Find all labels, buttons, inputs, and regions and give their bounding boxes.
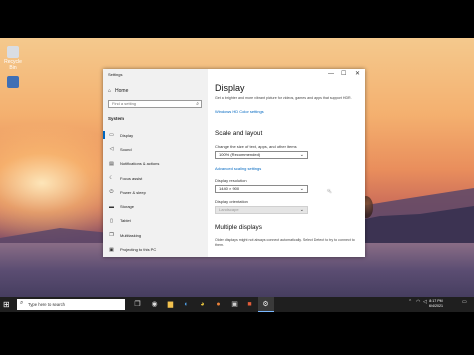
taskbar: ⊞ ⌕ Type here to search ❐ ◉ ▆ ◐ ◕ ● ▣ ■ …: [0, 297, 474, 312]
settings-nav: ▭ Display ◁ Sound ▤ Notifications & acti…: [103, 128, 208, 257]
minimize-button[interactable]: —: [328, 71, 334, 77]
edge-browser-icon[interactable]: ◐: [182, 300, 191, 309]
nav-item-power-sleep[interactable]: ⏻ Power & sleep: [103, 185, 208, 199]
desktop-icon-label: Recycle Bin: [4, 59, 22, 71]
nav-item-storage[interactable]: ▬ Storage: [103, 199, 208, 213]
hdr-description: Get a brighter and more vibrant picture …: [215, 96, 352, 100]
store-icon[interactable]: ▣: [230, 300, 239, 309]
volume-icon[interactable]: ◁: [423, 299, 427, 305]
nav-item-label: Sound: [120, 146, 132, 152]
advanced-scaling-link[interactable]: Advanced scaling settings: [215, 166, 261, 171]
resolution-label: Display resolution: [215, 178, 247, 183]
gear-icon: ⚙: [262, 301, 269, 308]
nav-item-label: Notifications & actions: [120, 161, 160, 167]
nav-item-focus-assist[interactable]: ☾ Focus assist: [103, 171, 208, 185]
speaker-icon: ◁: [109, 146, 114, 153]
tablet-icon: ▯: [110, 217, 113, 224]
wifi-icon[interactable]: ◠: [416, 299, 420, 305]
nav-item-label: Display: [120, 132, 134, 138]
find-setting-input[interactable]: Find a setting ⌕: [108, 100, 202, 108]
moon-icon: ☾: [109, 175, 114, 182]
nav-item-display[interactable]: ▭ Display: [103, 128, 208, 142]
nav-item-label: Multitasking: [120, 232, 142, 238]
clock-date: 6/4/2021: [429, 304, 443, 308]
settings-sidebar: Settings ⌂ Home Find a setting ⌕ System …: [103, 69, 208, 257]
mouse-cursor: ↖: [327, 189, 333, 195]
projecting-icon: ▣: [109, 246, 114, 253]
nav-item-label: Tablet: [120, 218, 131, 224]
edge-icon[interactable]: ◉: [150, 300, 159, 309]
home-icon: ⌂: [108, 88, 112, 94]
nav-item-sound[interactable]: ◁ Sound: [103, 142, 208, 156]
nav-item-label: Storage: [120, 204, 135, 210]
find-setting-placeholder: Find a setting: [112, 101, 137, 106]
notifications-icon[interactable]: ▭: [462, 299, 467, 305]
firefox-icon[interactable]: ●: [214, 300, 223, 309]
settings-taskbar-button[interactable]: ⚙: [258, 297, 274, 312]
task-view-icon[interactable]: ❐: [133, 300, 142, 309]
desktop-icon-document[interactable]: [2, 76, 24, 89]
taskbar-search-box[interactable]: ⌕ Type here to search: [17, 299, 125, 310]
chrome-icon[interactable]: ◕: [198, 300, 207, 309]
resolution-value: 1440 × 900: [219, 186, 240, 191]
nav-item-projecting[interactable]: ▣ Projecting to this PC: [103, 242, 208, 256]
orientation-value: Landscape: [219, 207, 239, 212]
search-icon: ⌕: [196, 101, 199, 107]
nav-item-label: Projecting to this PC: [120, 247, 157, 253]
maximize-button[interactable]: ☐: [341, 71, 346, 77]
recycle-bin-icon: [7, 46, 19, 58]
taskbar-clock[interactable]: 8:17 PM 6/4/2021: [429, 299, 443, 309]
close-button[interactable]: ✕: [355, 71, 360, 77]
multiple-displays-description: Older displays might not always connect …: [215, 238, 355, 247]
chevron-down-icon: ⌄: [299, 186, 304, 192]
nav-item-label: Power & sleep: [120, 189, 146, 195]
nav-item-tablet[interactable]: ▯ Tablet: [103, 214, 208, 228]
taskbar-search-placeholder: Type here to search: [28, 302, 66, 307]
office-icon[interactable]: ■: [245, 300, 254, 309]
chevron-up-icon[interactable]: ⌃: [408, 299, 412, 305]
scale-dropdown[interactable]: 100% (Recommended) ⌄: [215, 151, 308, 159]
multitasking-icon: ❐: [109, 232, 114, 239]
scale-label: Change the size of text, apps, and other…: [215, 144, 297, 149]
home-link[interactable]: ⌂ Home: [108, 88, 128, 94]
window-title: Settings: [108, 72, 123, 77]
file-explorer-icon[interactable]: ▆: [166, 300, 175, 309]
desktop-icon-recycle-bin[interactable]: Recycle Bin: [2, 46, 24, 71]
display-settings-panel: — ☐ ✕ Display Get a brighter and more vi…: [208, 69, 365, 257]
orientation-label: Display orientation: [215, 199, 248, 204]
hdr-color-link[interactable]: Windows HD Color settings: [215, 109, 264, 114]
page-title: Display: [215, 83, 245, 93]
document-icon: [7, 76, 19, 88]
nav-item-notifications[interactable]: ▤ Notifications & actions: [103, 157, 208, 171]
section-label: System: [108, 116, 125, 121]
scale-value: 100% (Recommended): [219, 152, 261, 157]
notifications-icon: ▤: [109, 160, 114, 167]
storage-icon: ▬: [109, 203, 114, 210]
nav-item-multitasking[interactable]: ❐ Multitasking: [103, 228, 208, 242]
chevron-down-icon: ⌄: [299, 152, 304, 158]
home-label: Home: [115, 88, 129, 94]
nav-item-label: Focus assist: [120, 175, 143, 181]
chevron-down-icon: ⌄: [299, 207, 304, 213]
scale-heading: Scale and layout: [215, 130, 263, 137]
resolution-dropdown[interactable]: 1440 × 900 ⌄: [215, 185, 308, 193]
monitor-icon: ▭: [109, 132, 114, 139]
multiple-displays-heading: Multiple displays: [215, 224, 262, 231]
power-icon: ⏻: [109, 189, 114, 196]
search-icon: ⌕: [20, 300, 24, 306]
settings-window: Settings ⌂ Home Find a setting ⌕ System …: [103, 69, 365, 257]
start-button[interactable]: ⊞: [3, 300, 10, 309]
orientation-dropdown[interactable]: Landscape ⌄: [215, 206, 308, 214]
